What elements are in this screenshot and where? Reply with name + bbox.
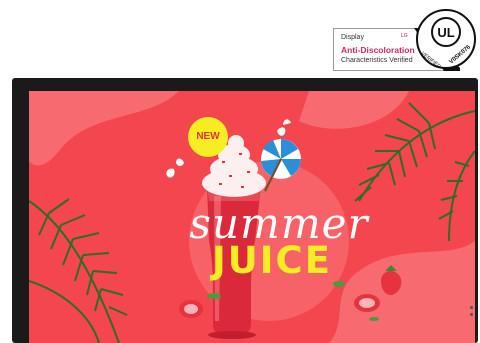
- product-image: Display LG Anti-Discoloration Characteri…: [0, 0, 480, 343]
- bg-blob-top-left: [29, 91, 179, 166]
- palm-leaf-bottom-left: [29, 198, 128, 343]
- display-monitor: NEW summer JUICE: [12, 78, 478, 343]
- bg-blob-top: [299, 91, 409, 129]
- lg-logo: LG: [401, 33, 408, 39]
- badge-line-anti-discoloration: Anti-Discoloration: [341, 45, 415, 55]
- badge-line-display: Display: [341, 34, 364, 41]
- monitor-screen: NEW summer JUICE: [29, 91, 475, 343]
- ul-verified-seal: UL VERIFIED V0SK076: [416, 9, 476, 70]
- badge-line-verified: Characteristics Verified: [341, 57, 413, 64]
- ul-logo-text: UL: [437, 25, 454, 40]
- new-tag: NEW: [188, 117, 228, 157]
- title-juice: JUICE: [211, 239, 332, 282]
- monitor-indicator-dot: [470, 306, 473, 309]
- monitor-indicator-dot: [470, 313, 473, 316]
